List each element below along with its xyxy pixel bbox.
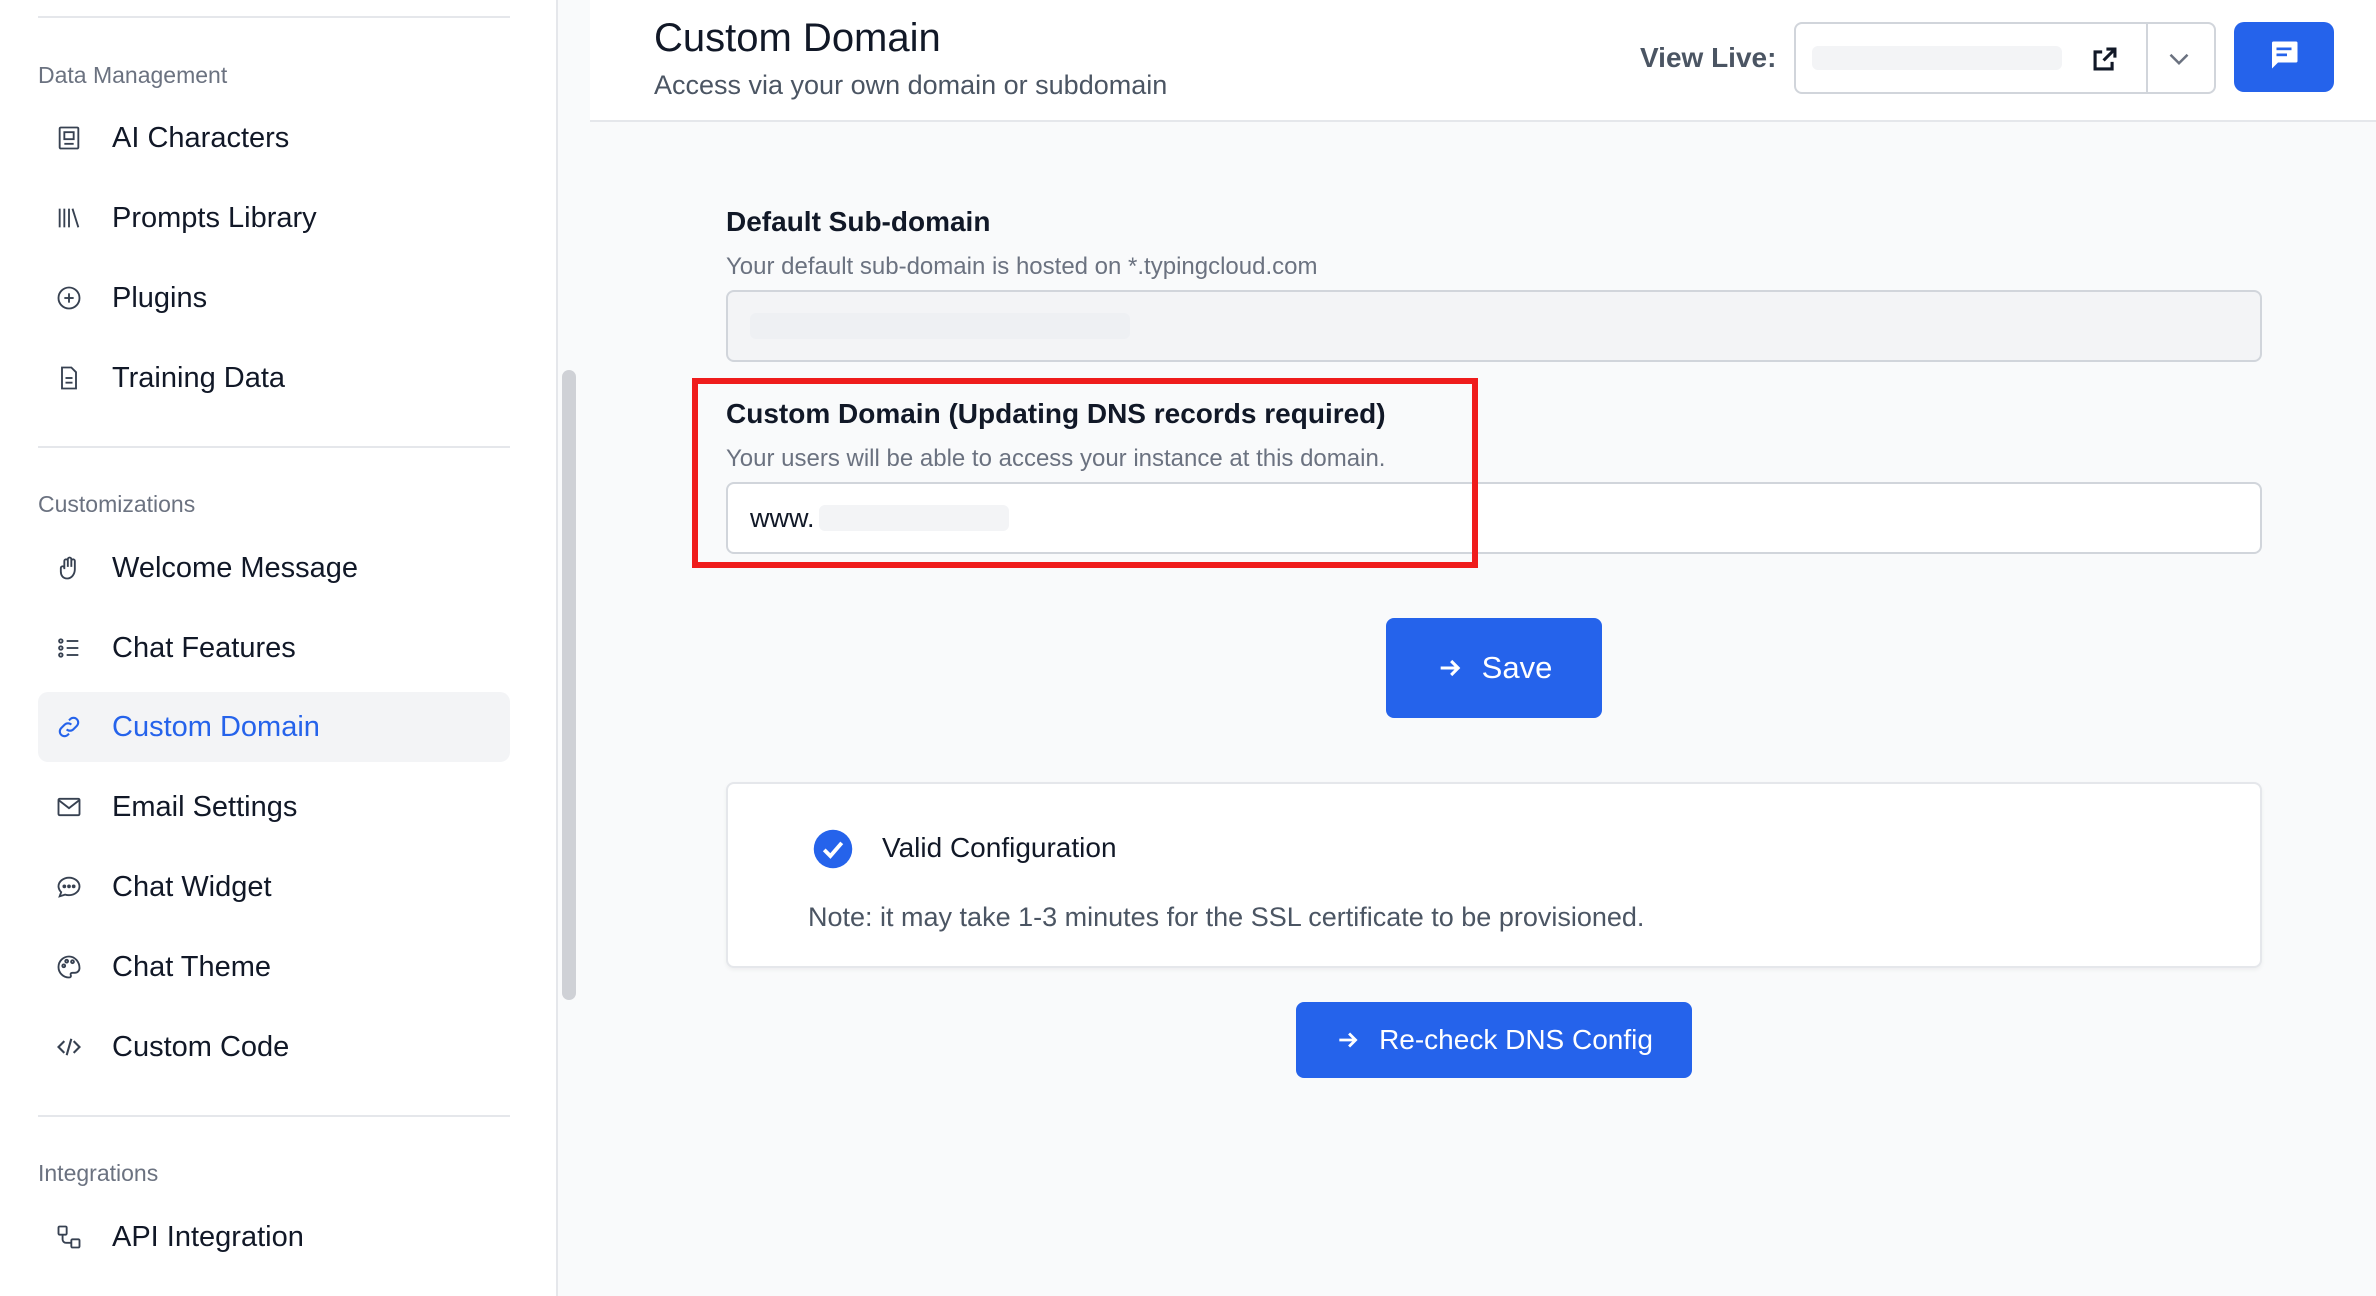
default-subdomain-field: [726, 290, 2262, 362]
page-subtitle: Access via your own domain or subdomain: [654, 70, 1168, 100]
sidebar-item-label: API Integration: [112, 1220, 304, 1253]
sidebar-item-email-settings[interactable]: Email Settings: [38, 772, 510, 842]
sidebar-item-chat-features[interactable]: Chat Features: [38, 613, 510, 683]
sidebar: Data Management AI Characters Prompts Li…: [0, 0, 558, 1296]
sidebar-item-label: Custom Code: [112, 1030, 290, 1063]
section-title-data-management: Data Management: [38, 62, 228, 88]
sidebar-item-label: Training Data: [112, 361, 286, 394]
sidebar-item-plugins[interactable]: Plugins: [38, 263, 510, 333]
sidebar-item-chat-theme[interactable]: Chat Theme: [38, 932, 510, 1002]
sidebar-item-custom-domain[interactable]: Custom Domain: [38, 692, 510, 762]
view-live-selector[interactable]: [1794, 22, 2216, 94]
save-button-label: Save: [1481, 650, 1553, 685]
default-subdomain-label: Default Sub-domain: [726, 206, 991, 237]
chat-bubble-icon: [54, 872, 84, 902]
sidebar-item-api-integration[interactable]: API Integration: [38, 1202, 510, 1272]
chat-button[interactable]: [2234, 22, 2334, 92]
sidebar-item-label: Welcome Message: [112, 551, 359, 584]
recheck-dns-label: Re-check DNS Config: [1379, 1024, 1653, 1055]
palette-icon: [54, 952, 84, 982]
sidebar-item-label: Chat Widget: [112, 870, 272, 903]
ai-character-icon: [54, 123, 84, 153]
view-live-label: View Live:: [1640, 42, 1777, 73]
sidebar-divider: [38, 1115, 510, 1117]
view-live-url: [1812, 46, 2062, 70]
sidebar-item-training-data[interactable]: Training Data: [38, 343, 510, 413]
code-icon: [54, 1032, 84, 1062]
status-title: Valid Configuration: [882, 832, 1117, 863]
section-title-integrations: Integrations: [38, 1160, 159, 1186]
custom-domain-label: Custom Domain (Updating DNS records requ…: [726, 398, 1386, 429]
recheck-dns-button[interactable]: Re-check DNS Config: [1296, 1002, 1692, 1078]
arrow-right-icon: [1335, 1027, 1361, 1053]
plus-circle-icon: [54, 283, 84, 313]
document-icon: [54, 363, 84, 393]
status-note: Note: it may take 1-3 minutes for the SS…: [808, 902, 1645, 932]
sidebar-item-chat-widget[interactable]: Chat Widget: [38, 852, 510, 922]
chevron-down-icon[interactable]: [2162, 42, 2196, 76]
custom-domain-help: Your users will be able to access your i…: [726, 445, 1386, 472]
sidebar-divider: [38, 16, 510, 18]
sidebar-item-label: Chat Theme: [112, 950, 272, 983]
chat-message-icon: [2266, 37, 2302, 78]
sidebar-scrollbar[interactable]: [562, 370, 576, 1000]
default-subdomain-help: Your default sub-domain is hosted on *.t…: [726, 253, 1318, 280]
envelope-icon: [54, 792, 84, 822]
page-header: Custom Domain Access via your own domain…: [590, 0, 2376, 122]
custom-domain-value: www.: [750, 502, 815, 533]
link-icon: [54, 712, 84, 742]
library-icon: [54, 203, 84, 233]
view-live-divider: [2146, 24, 2148, 92]
list-icon: [54, 633, 84, 663]
sidebar-item-label: Plugins: [112, 281, 208, 314]
sidebar-item-label: Prompts Library: [112, 201, 317, 234]
custom-domain-input[interactable]: www.: [726, 482, 2262, 554]
check-circle-icon: [812, 828, 854, 870]
arrow-right-icon: [1436, 654, 1464, 682]
sidebar-item-custom-code[interactable]: Custom Code: [38, 1012, 510, 1082]
custom-domain-value-hidden: [818, 505, 1009, 531]
sidebar-item-label: Email Settings: [112, 790, 298, 823]
hand-icon: [54, 553, 84, 583]
sidebar-item-ai-characters[interactable]: AI Characters: [38, 103, 510, 173]
dns-status-card: Valid Configuration Note: it may take 1-…: [726, 782, 2262, 968]
sidebar-divider: [38, 446, 510, 448]
section-title-customizations: Customizations: [38, 491, 196, 517]
api-icon: [54, 1222, 84, 1252]
sidebar-item-label: AI Characters: [112, 121, 290, 154]
sidebar-item-prompts-library[interactable]: Prompts Library: [38, 183, 510, 253]
page-title: Custom Domain: [654, 16, 941, 60]
save-button[interactable]: Save: [1386, 618, 1602, 718]
sidebar-item-welcome-message[interactable]: Welcome Message: [38, 533, 510, 603]
sidebar-item-label: Chat Features: [112, 631, 296, 664]
default-subdomain-value: [750, 313, 1130, 339]
sidebar-item-label: Custom Domain: [112, 710, 320, 743]
external-link-icon[interactable]: [2088, 42, 2122, 76]
